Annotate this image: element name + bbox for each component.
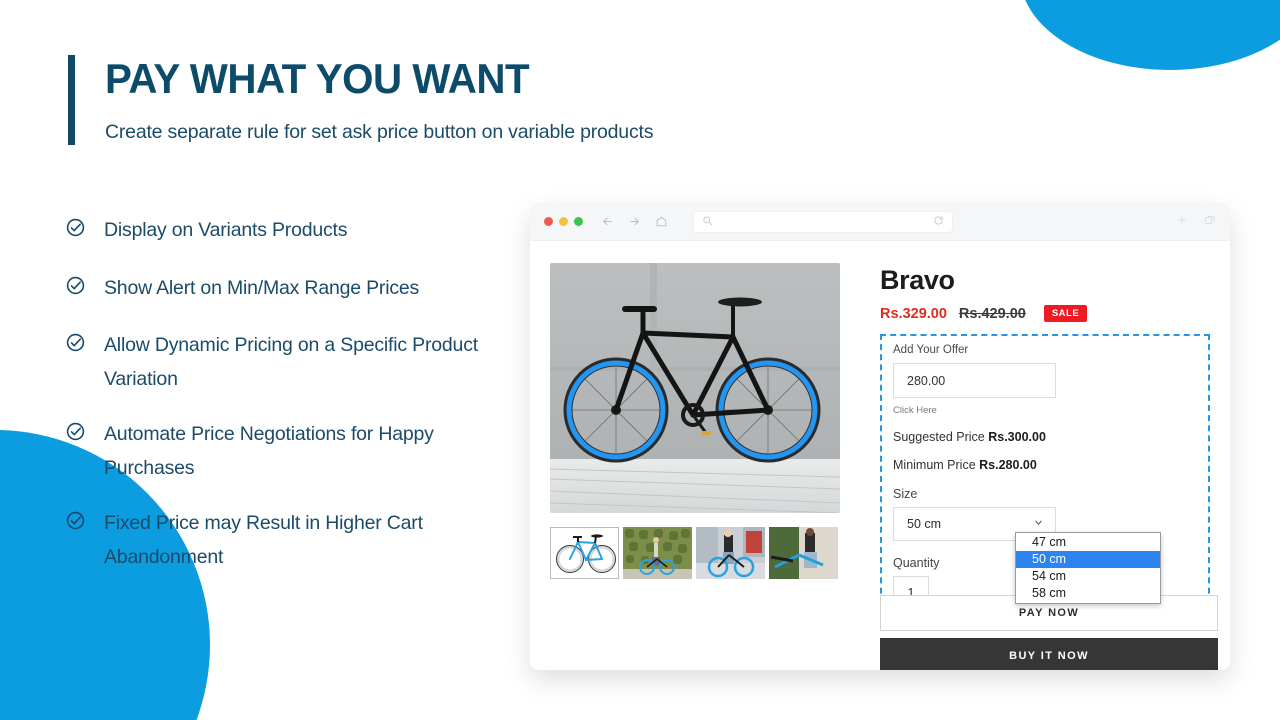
check-circle-icon [66,276,85,295]
suggested-price-value: Rs.300.00 [988,430,1046,444]
list-item[interactable] [769,527,838,579]
check-circle-icon [66,422,85,441]
product-action-buttons: PAY NOW BUY IT NOW [880,595,1218,670]
list-item: Show Alert on Min/Max Range Prices [66,272,496,306]
minimum-price-label: Minimum Price [893,458,976,472]
size-selected-value: 50 cm [907,517,942,531]
url-bar[interactable] [694,211,952,232]
click-here-link[interactable]: Click Here [893,405,1197,416]
feature-label: Display on Variants Products [104,219,348,241]
home-icon[interactable] [655,215,668,228]
list-item[interactable]: 47 cm [1016,534,1160,551]
close-window-dot[interactable] [544,217,553,226]
search-icon [702,213,713,231]
list-item: Automate Price Negotiations for Happy Pu… [66,418,496,485]
main-product-photo[interactable] [550,263,840,513]
current-price: Rs.329.00 [880,305,947,322]
browser-chrome-right-icons [1176,213,1216,231]
list-item[interactable] [696,527,765,579]
page-subtitle: Create separate rule for set ask price b… [105,121,654,144]
feature-label: Show Alert on Min/Max Range Prices [104,276,420,299]
list-item[interactable] [623,527,692,579]
heading-accent-bar [68,55,75,145]
add-offer-label: Add Your Offer [893,344,969,356]
list-item[interactable]: 50 cm [1016,551,1160,568]
check-circle-icon [66,333,85,352]
browser-chrome-bar [530,203,1230,241]
page-title: PAY WHAT YOU WANT [105,55,530,102]
slide-canvas: PAY WHAT YOU WANT Create separate rule f… [0,0,1280,720]
window-traffic-lights [544,217,583,226]
plus-icon[interactable] [1176,213,1188,231]
product-page-body: Bravo Rs.329.00 Rs.429.00 SALE Add Your … [530,241,1230,624]
tabs-icon[interactable] [1204,213,1216,231]
product-title: Bravo [880,265,955,295]
check-circle-icon [66,218,85,237]
minimum-price-line: Minimum Price Rs.280.00 [893,458,1197,472]
browser-nav-icons [601,215,668,228]
thumbnail-strip [550,527,840,579]
feature-label: Allow Dynamic Pricing on a Specific Prod… [104,334,478,390]
forward-arrow-icon[interactable] [628,215,641,228]
price-row: Rs.329.00 Rs.429.00 SALE [880,305,1210,322]
feature-list: Display on Variants Products Show Alert … [66,214,496,598]
size-label: Size [893,487,918,501]
list-item[interactable]: 58 cm [1016,585,1160,602]
list-item[interactable] [550,527,619,579]
list-item: Fixed Price may Result in Higher Cart Ab… [66,507,496,574]
size-dropdown-list[interactable]: 47 cm 50 cm 54 cm 58 cm [1015,532,1161,604]
maximize-window-dot[interactable] [574,217,583,226]
buy-it-now-button[interactable]: BUY IT NOW [880,638,1218,670]
original-price: Rs.429.00 [958,305,1026,322]
suggested-price-label: Suggested Price [893,430,985,444]
decorative-blue-circle-top-right [1020,0,1280,70]
list-item[interactable]: 54 cm [1016,568,1160,585]
offer-amount-input[interactable]: 280.00 [893,363,1056,398]
feature-label: Fixed Price may Result in Higher Cart Ab… [104,512,423,568]
product-details: Bravo Rs.329.00 Rs.429.00 SALE Add Your … [840,263,1210,624]
back-arrow-icon[interactable] [601,215,614,228]
browser-window-mockup: Bravo Rs.329.00 Rs.429.00 SALE Add Your … [530,203,1230,670]
check-circle-icon [66,511,85,530]
minimum-price-value: Rs.280.00 [979,458,1037,472]
hero-heading-block: PAY WHAT YOU WANT Create separate rule f… [68,55,653,145]
suggested-price-line: Suggested Price Rs.300.00 [893,430,1197,444]
status-badge: SALE [1043,305,1088,322]
feature-label: Automate Price Negotiations for Happy Pu… [104,423,434,479]
list-item: Allow Dynamic Pricing on a Specific Prod… [66,329,496,396]
reload-icon[interactable] [933,213,944,231]
minimize-window-dot[interactable] [559,217,568,226]
product-gallery [550,263,840,624]
list-item: Display on Variants Products [66,214,496,248]
chevron-down-icon [1033,517,1044,531]
add-your-offer-panel: Add Your Offer 280.00 Click Here Suggest… [880,334,1210,624]
